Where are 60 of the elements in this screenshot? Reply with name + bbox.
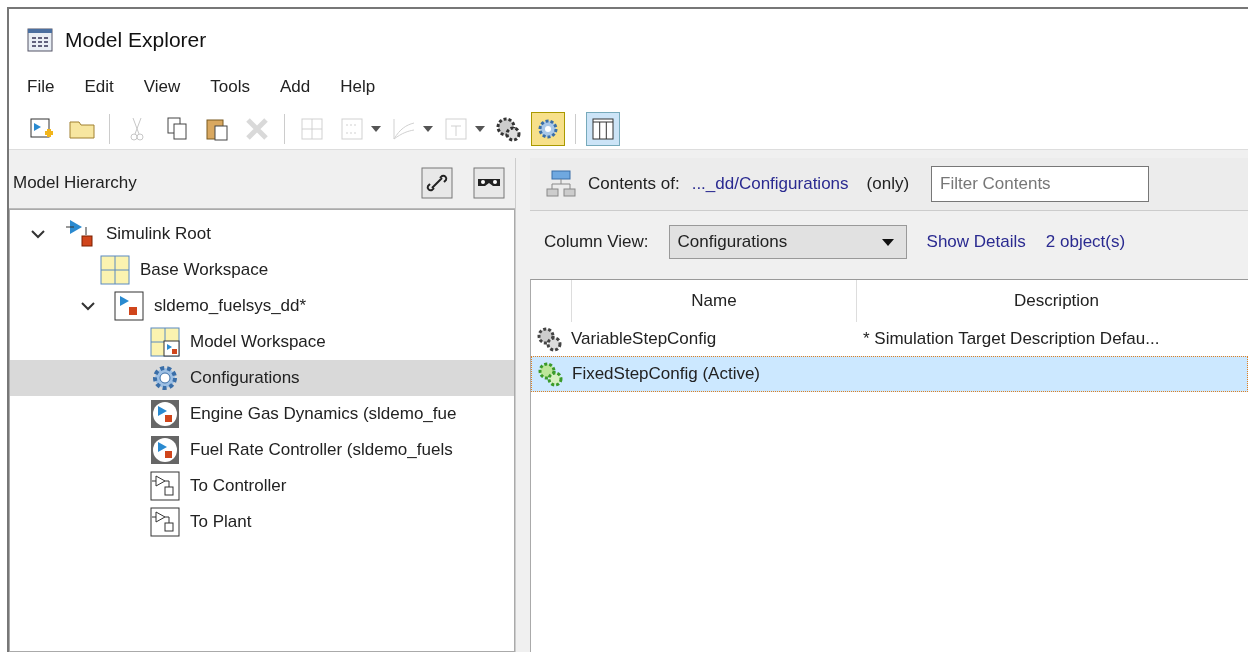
caret-icon[interactable] xyxy=(475,126,485,132)
link-icon[interactable] xyxy=(421,167,453,199)
object-count: 2 object(s) xyxy=(1045,232,1126,252)
table-cell-text: VariableStepConfig xyxy=(571,329,718,349)
model-icon xyxy=(114,291,144,321)
tree-item[interactable]: sldemo_fuelsys_dd* xyxy=(10,288,514,324)
tree-label: Fuel Rate Controller (sldemo_fuels xyxy=(190,440,453,460)
menu-item[interactable]: File xyxy=(27,77,55,109)
tree-label: Simulink Root xyxy=(106,224,211,244)
hierarchy-icon xyxy=(546,170,576,198)
filter-field[interactable]: Filter Contents xyxy=(931,166,1150,202)
app-icon xyxy=(27,28,53,52)
menu-item[interactable]: Edit xyxy=(84,77,114,109)
window-title: Model Explorer xyxy=(65,28,207,52)
tree-label: sldemo_fuelsys_dd* xyxy=(154,296,307,316)
workspace-model-icon xyxy=(150,327,180,357)
pane-title: Model Hierarchy xyxy=(13,173,138,193)
config-icon[interactable] xyxy=(531,112,565,146)
caret-icon xyxy=(881,238,894,246)
show-details-link[interactable]: Show Details xyxy=(926,232,1026,252)
menu-item[interactable]: Help xyxy=(340,77,376,109)
scope-label: (only) xyxy=(866,174,910,194)
model-reference-icon xyxy=(150,399,180,429)
menu-item[interactable]: Tools xyxy=(210,77,250,109)
tree-item[interactable]: To Controller xyxy=(10,468,514,504)
subsystem-icon xyxy=(150,471,180,501)
tree-label: Model Workspace xyxy=(190,332,326,352)
columns-icon[interactable] xyxy=(586,112,620,146)
gear-icon xyxy=(150,363,180,393)
tree-item[interactable]: Engine Gas Dynamics (sldemo_fue xyxy=(10,396,514,432)
caret-icon[interactable] xyxy=(423,126,433,132)
tree-label: Engine Gas Dynamics (sldemo_fue xyxy=(190,404,457,424)
tree-label: To Plant xyxy=(190,512,252,532)
column-view-label: Column View: xyxy=(544,232,649,252)
model-icon xyxy=(64,218,96,250)
grid-icon xyxy=(100,255,130,285)
mask-icon[interactable] xyxy=(473,167,505,199)
table-cell-text: * Simulation Target Description Defau... xyxy=(862,329,1161,349)
tree-item[interactable]: To Plant xyxy=(10,504,514,540)
menu-item[interactable]: Add xyxy=(279,77,311,109)
table-cell-text: FixedStepConfig (Active) xyxy=(572,364,762,384)
table-row[interactable]: FixedStepConfig (Active) xyxy=(531,356,1248,392)
tree-item[interactable]: Configurations xyxy=(10,360,514,396)
tree-label: Configurations xyxy=(190,368,300,388)
tree-item[interactable]: Simulink Root xyxy=(10,216,514,252)
contents-label: Contents of: xyxy=(588,174,680,194)
tree-label: Base Workspace xyxy=(140,260,269,280)
contents-path[interactable]: ..._dd/Configurations xyxy=(691,174,849,194)
caret-icon[interactable] xyxy=(371,126,381,132)
model-reference-icon xyxy=(150,435,180,465)
subsystem-icon xyxy=(150,507,180,537)
table-row[interactable]: VariableStepConfig * Simulation Target Description Defau... xyxy=(531,322,1248,356)
tree-item[interactable]: Base Workspace xyxy=(10,252,514,288)
tree-item[interactable]: Fuel Rate Controller (sldemo_fuels xyxy=(10,432,514,468)
column-header[interactable]: Name xyxy=(571,280,856,322)
menu-item[interactable]: View xyxy=(143,77,181,109)
tree-item[interactable]: Model Workspace xyxy=(10,324,514,360)
tree-label: To Controller xyxy=(190,476,287,496)
column-view-dropdown[interactable]: Configurations xyxy=(668,225,907,259)
column-header[interactable]: Description xyxy=(856,280,1248,322)
